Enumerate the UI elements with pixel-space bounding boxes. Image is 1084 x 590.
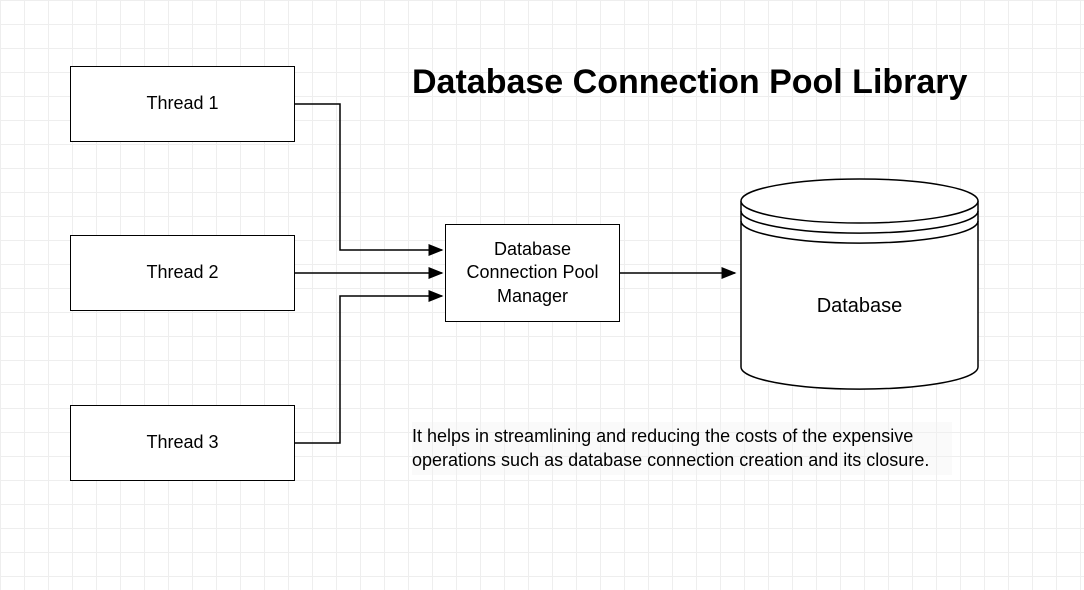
diagram-description: It helps in streamlining and reducing th…: [412, 422, 952, 475]
thread-box-3: Thread 3: [70, 405, 295, 481]
thread-box-2: Thread 2: [70, 235, 295, 311]
thread-box-1: Thread 1: [70, 66, 295, 142]
diagram-title: Database Connection Pool Library: [412, 62, 972, 103]
thread-label: Thread 1: [146, 92, 218, 115]
connector-thread1-to-manager: [295, 104, 442, 250]
connector-thread3-to-manager: [295, 296, 442, 443]
thread-label: Thread 3: [146, 431, 218, 454]
manager-label: Database Connection Pool Manager: [454, 238, 611, 308]
connection-pool-manager-box: Database Connection Pool Manager: [445, 224, 620, 322]
diagram-canvas: Database Connection Pool Library Thread …: [0, 0, 1084, 590]
cylinder-shape: [737, 175, 982, 393]
thread-label: Thread 2: [146, 261, 218, 284]
database-label: Database: [737, 295, 982, 318]
database-cylinder: Database: [737, 175, 982, 393]
